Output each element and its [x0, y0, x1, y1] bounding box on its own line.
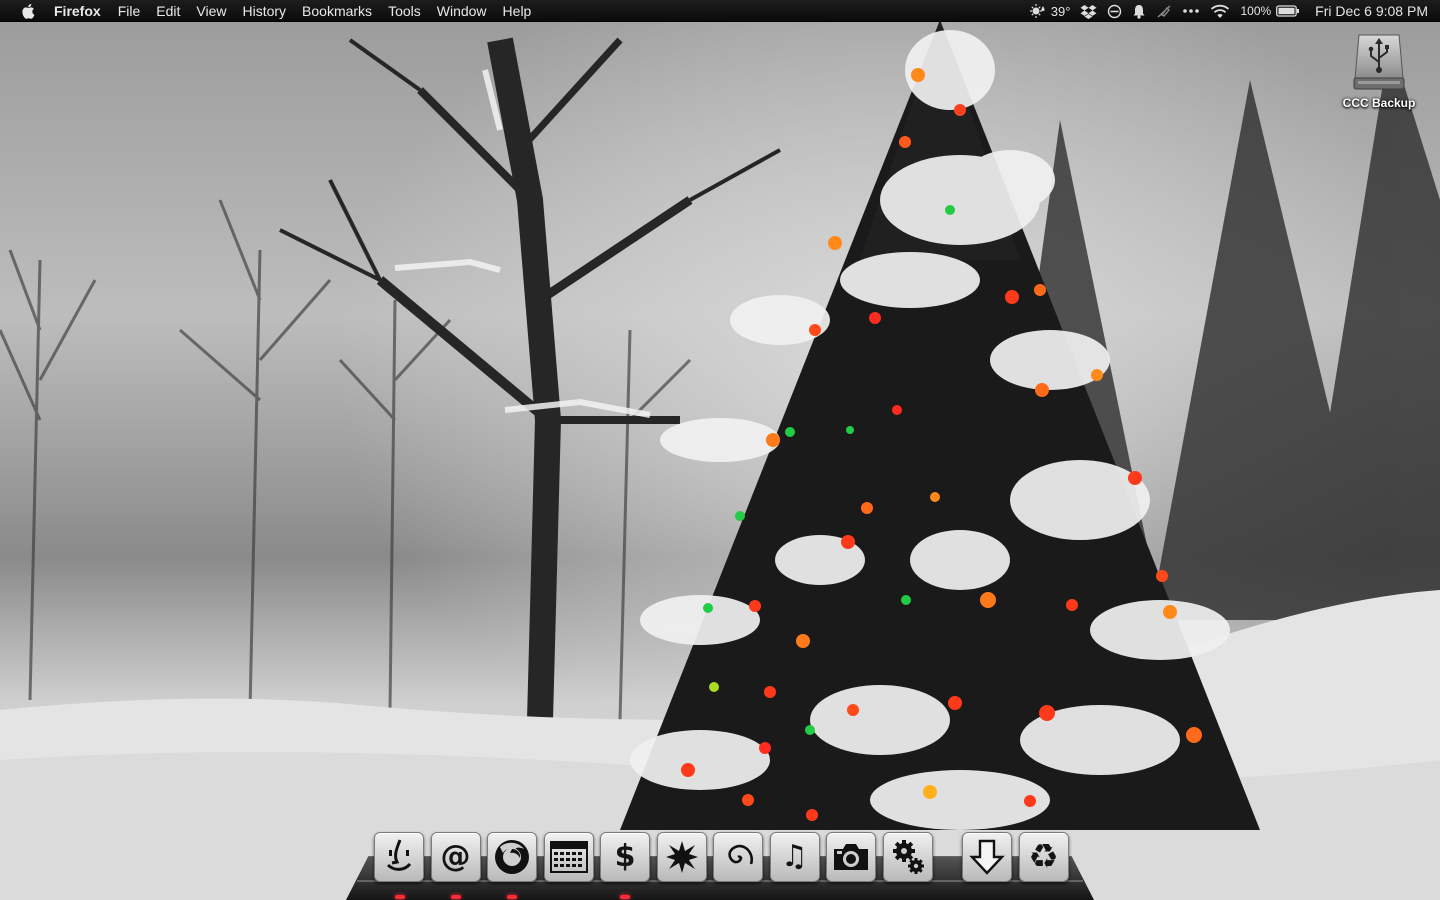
running-indicator: [620, 895, 630, 899]
bell-icon: [1133, 4, 1145, 19]
ellipsis-icon: [1183, 9, 1200, 13]
apple-logo-icon[interactable]: [19, 3, 39, 19]
menu-help[interactable]: Help: [495, 0, 540, 22]
calendar-grid-icon: [549, 841, 588, 873]
dock: @ $ ♫ ♻: [374, 832, 1075, 886]
menu-app-name[interactable]: Firefox: [54, 0, 110, 22]
dock-item-finder[interactable]: [374, 832, 424, 882]
battery-status[interactable]: 100%: [1235, 0, 1305, 22]
at-sign-icon: @: [440, 839, 471, 874]
notifications-status[interactable]: [1127, 0, 1151, 22]
battery-percentage: 100%: [1240, 4, 1272, 18]
menu-file[interactable]: File: [110, 0, 149, 22]
dock-item-camera[interactable]: [826, 832, 876, 882]
running-indicator: [395, 895, 405, 899]
battery-icon: [1276, 5, 1300, 17]
menu-tools[interactable]: Tools: [380, 0, 429, 22]
menu-edit[interactable]: Edit: [148, 0, 188, 22]
firefox-icon: [495, 840, 529, 874]
finder-face-icon: [386, 839, 412, 871]
menu-window[interactable]: Window: [429, 0, 495, 22]
gears-icon: [892, 840, 924, 874]
spiral-icon: [728, 844, 753, 865]
usb-drive-icon: [1353, 34, 1405, 90]
dollar-sign-icon: $: [614, 839, 636, 874]
timemachine-icon: [1108, 4, 1122, 18]
recycle-icon: ♻: [1028, 837, 1059, 877]
more-status[interactable]: [1177, 0, 1205, 22]
menu-bookmarks[interactable]: Bookmarks: [294, 0, 380, 22]
desktop-drive-item[interactable]: CCC Backup: [1338, 32, 1420, 110]
camera-icon: [834, 844, 868, 870]
quill-icon: [1157, 4, 1171, 18]
weather-icon: [1029, 4, 1045, 18]
dock-item-system-preferences[interactable]: [882, 832, 933, 882]
download-arrow-icon: [969, 839, 1005, 875]
dropbox-status[interactable]: [1075, 0, 1102, 22]
dropbox-icon: [1080, 4, 1097, 19]
wifi-status[interactable]: [1205, 0, 1235, 22]
dock-item-finance[interactable]: $: [600, 832, 650, 882]
dock-item-calendar[interactable]: [543, 832, 594, 882]
status-area: 39° 100% Fri Dec 6 9:08 PM: [1024, 0, 1433, 22]
sync-status[interactable]: [1102, 0, 1127, 22]
clock[interactable]: Fri Dec 6 9:08 PM: [1305, 0, 1433, 22]
music-note-icon: ♫: [781, 839, 808, 874]
desktop-wallpaper: [0, 0, 1440, 900]
dock-item-mail[interactable]: @: [430, 832, 481, 882]
starburst-icon: [665, 841, 698, 873]
wifi-icon: [1211, 4, 1230, 18]
snowy-christmas-tree-image: [0, 20, 1440, 900]
dock-item-music[interactable]: ♫: [769, 832, 820, 882]
menu-history[interactable]: History: [234, 0, 294, 22]
weather-status[interactable]: 39°: [1024, 0, 1076, 22]
menu-view[interactable]: View: [188, 0, 234, 22]
dock-item-downloads[interactable]: [962, 832, 1012, 882]
script-status[interactable]: [1151, 0, 1177, 22]
weather-temperature: 39°: [1050, 3, 1071, 19]
dock-item-firefox[interactable]: [487, 832, 537, 882]
dock-item-spiral[interactable]: [713, 832, 763, 882]
running-indicator: [451, 895, 461, 899]
menu-bar: Firefox File Edit View History Bookmarks…: [0, 0, 1440, 22]
dock-item-trash[interactable]: ♻: [1018, 832, 1069, 882]
running-indicator: [507, 895, 517, 899]
dock-item-burst[interactable]: [656, 832, 707, 882]
drive-label: CCC Backup: [1342, 96, 1416, 110]
